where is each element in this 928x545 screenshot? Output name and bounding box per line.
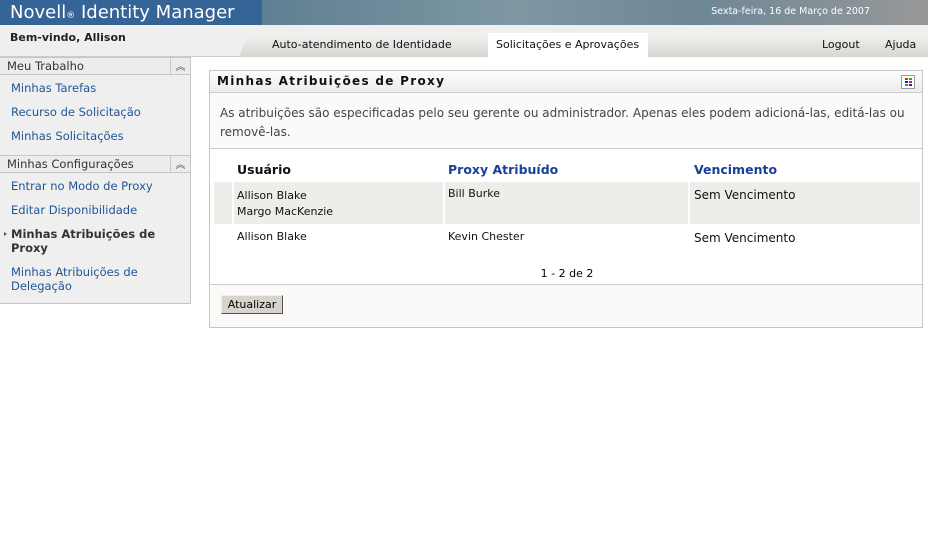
- customize-icon[interactable]: [901, 75, 915, 89]
- logout-link[interactable]: Logout: [822, 33, 860, 57]
- column-divider: [688, 182, 690, 224]
- column-header-user: Usuário: [237, 162, 291, 177]
- panel-footer: Atualizar: [210, 284, 922, 327]
- tab-identity-self-service[interactable]: Auto-atendimento de Identidade: [272, 33, 452, 57]
- sidebar: Meu Trabalho ︽ Minhas Tarefas Recurso de …: [0, 57, 191, 304]
- sidebar-item-my-tasks[interactable]: Minhas Tarefas: [0, 81, 190, 95]
- collapse-icon[interactable]: ︽: [170, 156, 190, 172]
- current-date: Sexta-feira, 16 de Março de 2007: [711, 6, 870, 17]
- nav-bar: Bem-vindo, Allison Auto-atendimento de I…: [0, 25, 928, 57]
- user-name: Allison Blake: [237, 189, 307, 202]
- sidebar-item-request-resource[interactable]: Recurso de Solicitação: [0, 105, 190, 119]
- sidebar-item-my-requests[interactable]: Minhas Solicitações: [0, 129, 190, 143]
- welcome-text: Bem-vindo, Allison: [10, 31, 126, 44]
- user-name: Margo MacKenzie: [237, 205, 334, 218]
- cell-proxy: Bill Burke: [448, 187, 500, 200]
- tab-bar: Auto-atendimento de Identidade Solicitaç…: [240, 33, 928, 57]
- panel-title: Minhas Atribuições de Proxy: [210, 71, 922, 93]
- section-title: Minhas Configurações: [7, 157, 134, 171]
- assignments-table: Usuário Proxy Atribuído Vencimento Allis…: [210, 149, 922, 284]
- column-header-proxy[interactable]: Proxy Atribuído: [448, 162, 558, 177]
- section-header-my-work: Meu Trabalho ︽: [0, 57, 190, 75]
- app-header: Novell® Identity Manager Sexta-feira, 16…: [0, 0, 928, 25]
- collapse-icon[interactable]: ︽: [170, 58, 190, 74]
- column-header-expiry[interactable]: Vencimento: [694, 162, 777, 177]
- panel-title-text: Minhas Atribuições de Proxy: [217, 74, 446, 88]
- cell-user: Allison Blake Margo MacKenzie: [237, 188, 333, 220]
- cell-expiry: Sem Vencimento: [694, 188, 796, 202]
- column-divider: [232, 182, 234, 224]
- section-header-my-settings: Minhas Configurações ︽: [0, 155, 190, 173]
- sidebar-item-enter-proxy-mode[interactable]: Entrar no Modo de Proxy: [0, 179, 190, 193]
- panel-description: As atribuições são especificadas pelo se…: [210, 93, 922, 149]
- brand-name: Novell: [10, 2, 67, 23]
- column-divider: [443, 182, 445, 224]
- sidebar-item-my-delegate-assignments[interactable]: Minhas Atribuições de Delegação: [0, 265, 150, 293]
- cell-user: Allison Blake: [237, 230, 307, 243]
- pagination-info: 1 - 2 de 2: [540, 267, 594, 280]
- product-name: Identity Manager: [80, 2, 235, 23]
- sidebar-item-edit-availability[interactable]: Editar Disponibilidade: [0, 203, 190, 217]
- registered-mark: ®: [66, 11, 76, 21]
- cell-expiry: Sem Vencimento: [694, 231, 796, 245]
- product-logo: Novell® Identity Manager: [10, 2, 235, 23]
- cell-proxy: Kevin Chester: [448, 230, 525, 243]
- tab-requests-approvals[interactable]: Solicitações e Aprovações: [488, 33, 648, 57]
- help-link[interactable]: Ajuda: [885, 33, 916, 57]
- proxy-assignments-panel: Minhas Atribuições de Proxy As atribuiçõ…: [209, 70, 923, 328]
- refresh-button[interactable]: Atualizar: [221, 295, 283, 314]
- sidebar-item-my-proxy-assignments[interactable]: Minhas Atribuições de Proxy: [0, 227, 190, 255]
- section-title: Meu Trabalho: [7, 59, 84, 73]
